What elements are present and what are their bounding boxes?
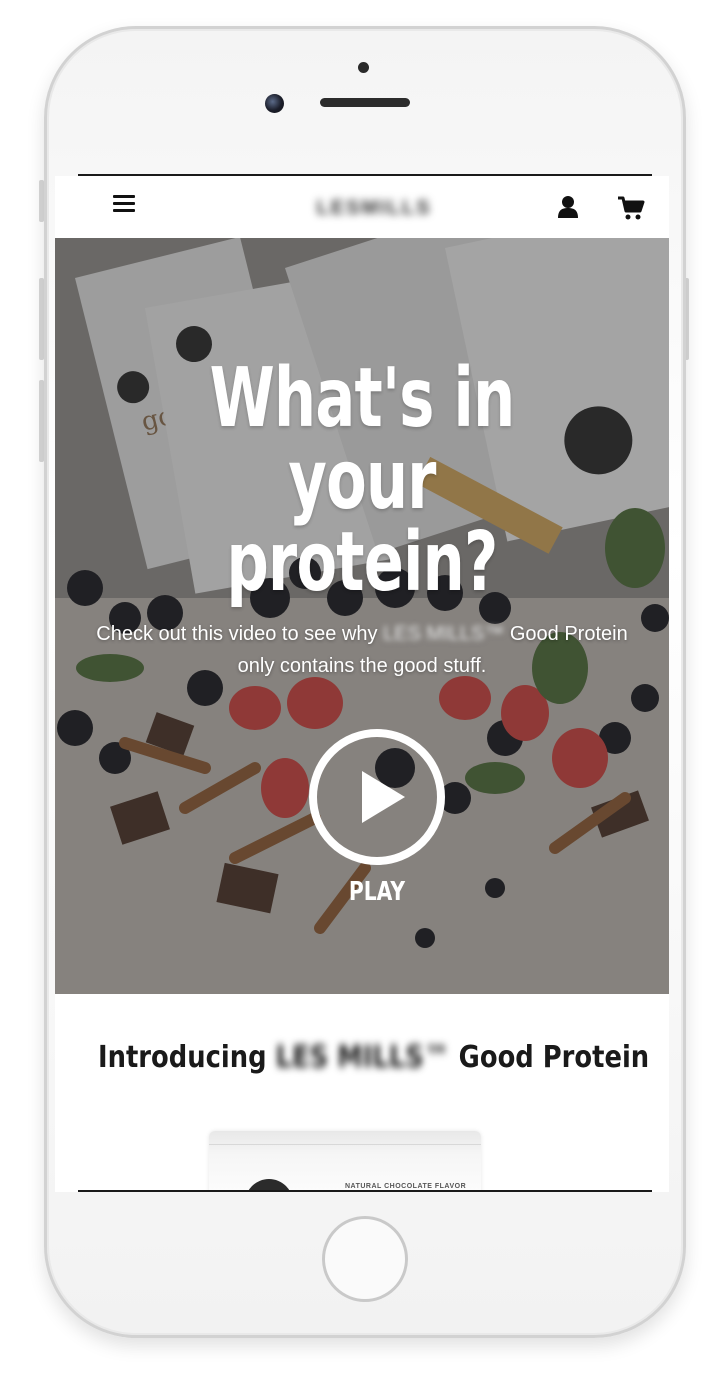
intro-heading: Introducing LES MILLS™ Good Protein bbox=[97, 1038, 649, 1078]
front-camera bbox=[265, 94, 284, 113]
intro-brand-name: LES MILLS™ bbox=[275, 1040, 450, 1075]
hero-title-line-1: What's in your bbox=[209, 351, 516, 528]
proximity-sensor bbox=[358, 62, 369, 73]
hamburger-menu-icon[interactable] bbox=[113, 195, 135, 215]
play-icon bbox=[362, 771, 405, 823]
hero-title: What's in your protein? bbox=[141, 358, 583, 604]
hero-description-line-1: Check out this video to see why LES MILL… bbox=[55, 618, 669, 650]
site-logo[interactable]: LESMILLS bbox=[293, 195, 455, 221]
hero-title-line-2: protein? bbox=[226, 515, 499, 610]
play-label[interactable]: PLAY bbox=[322, 876, 431, 908]
product-flavor-label: NATURAL CHOCOLATE FLAVOR bbox=[345, 1183, 467, 1190]
hero-text-before: Check out this video to see why bbox=[96, 623, 378, 645]
site-header: LESMILLS bbox=[55, 176, 669, 238]
product-image[interactable]: NATURAL CHOCOLATE FLAVOR bbox=[209, 1131, 481, 1192]
phone-screen: LESMILLS good protein. bbox=[55, 176, 669, 1192]
intro-text-after: Good Protein bbox=[458, 1040, 650, 1075]
hero-brand-name: LES MILLS™ bbox=[383, 623, 505, 645]
shopping-cart-icon[interactable] bbox=[617, 196, 645, 220]
play-video-button[interactable] bbox=[307, 727, 447, 867]
product-pouch-seal bbox=[209, 1137, 481, 1145]
hero-text-after: Good Protein bbox=[509, 623, 628, 645]
hero-description-line-2: only contains the good stuff. bbox=[237, 655, 487, 677]
intro-text-before: Introducing bbox=[97, 1040, 267, 1075]
screen-bottom-edge bbox=[78, 1190, 652, 1192]
hero-description: Check out this video to see why LES MILL… bbox=[55, 618, 669, 682]
home-button[interactable] bbox=[322, 1216, 408, 1302]
user-icon[interactable] bbox=[557, 195, 579, 219]
hero-video-banner[interactable]: good protein. bbox=[55, 238, 669, 994]
earpiece-speaker bbox=[320, 98, 410, 107]
screen-top-edge bbox=[78, 174, 652, 176]
